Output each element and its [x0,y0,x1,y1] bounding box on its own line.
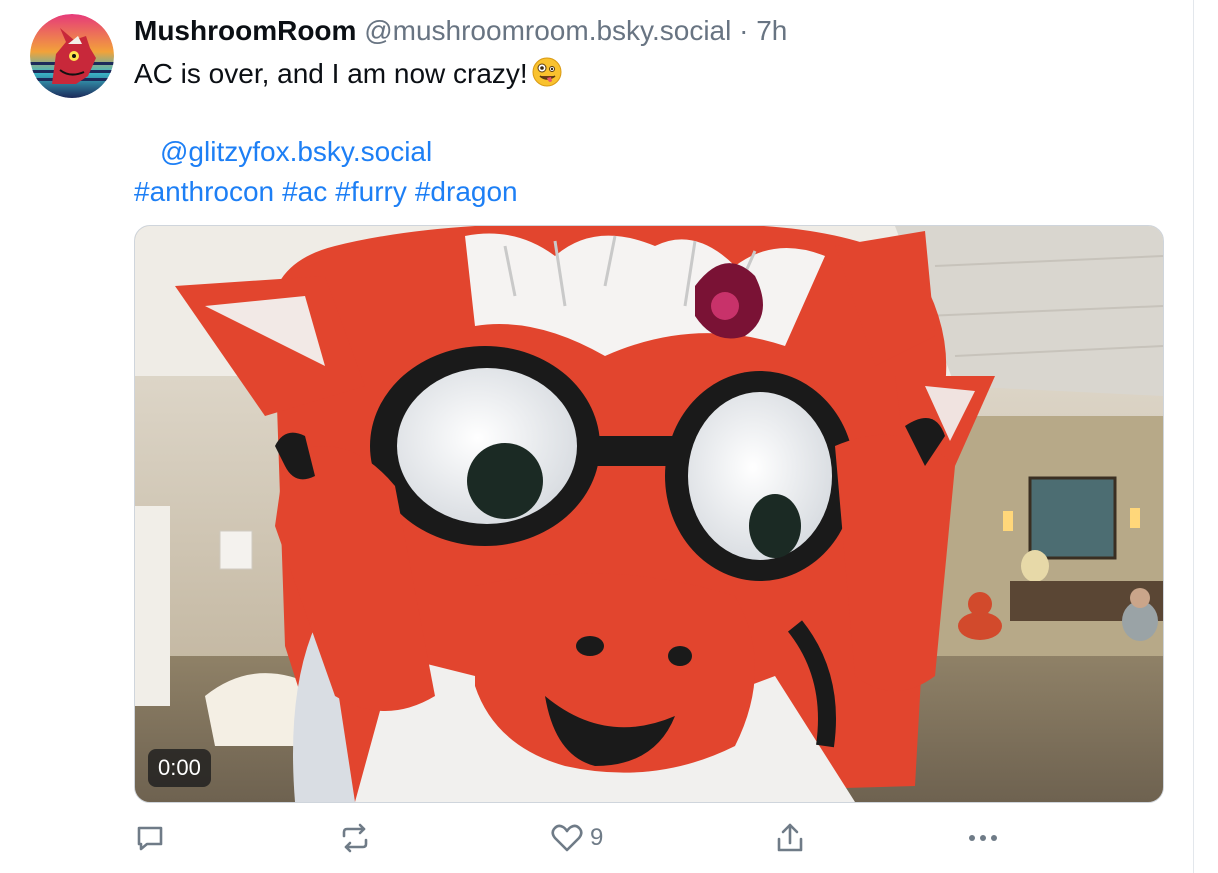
mention-link[interactable]: @glitzyfox.bsky.social [160,136,432,167]
heart-icon [550,821,584,855]
video-timestamp: 0:00 [148,749,211,787]
more-icon [966,828,1000,848]
post-text: AC is over, and I am now crazy! @glitzyf… [134,54,1164,212]
post-actions: 9 [134,818,1194,858]
reply-icon [134,822,166,854]
video-player[interactable]: 0:00 [134,225,1164,803]
author-display-name[interactable]: MushroomRoom [134,15,356,46]
more-options-button[interactable] [966,818,1000,858]
share-button[interactable] [774,818,806,858]
author-avatar[interactable] [30,14,114,98]
like-count: 9 [590,824,604,851]
hashtag-link[interactable]: #ac [282,176,327,207]
hashtags: #anthrocon #ac #furry #dragon [134,172,1164,212]
video-thumbnail [135,226,1163,802]
feed-column-border [1193,0,1194,873]
share-icon [774,821,806,855]
post: MushroomRoom @mushroomroom.bsky.social ·… [0,0,1218,873]
repost-icon [338,821,372,855]
reply-button[interactable] [134,818,166,858]
header-separator: · [739,15,749,46]
post-body: MushroomRoom @mushroomroom.bsky.social ·… [134,10,1164,853]
post-text-line: AC is over, and I am now crazy! [134,54,1164,94]
zany-face-icon [532,57,562,87]
hashtag-link[interactable]: #anthrocon [134,176,274,207]
post-time[interactable]: 7h [756,15,787,46]
mention-line: @glitzyfox.bsky.social [134,132,1164,172]
hashtag-link[interactable]: #dragon [415,176,518,207]
post-text-content: AC is over, and I am now crazy! [134,58,528,89]
hashtag-link[interactable]: #furry [335,176,407,207]
repost-button[interactable] [338,818,372,858]
post-header: MushroomRoom @mushroomroom.bsky.social ·… [134,10,1164,52]
author-handle[interactable]: @mushroomroom.bsky.social [364,15,731,46]
like-button[interactable]: 9 [550,818,603,858]
